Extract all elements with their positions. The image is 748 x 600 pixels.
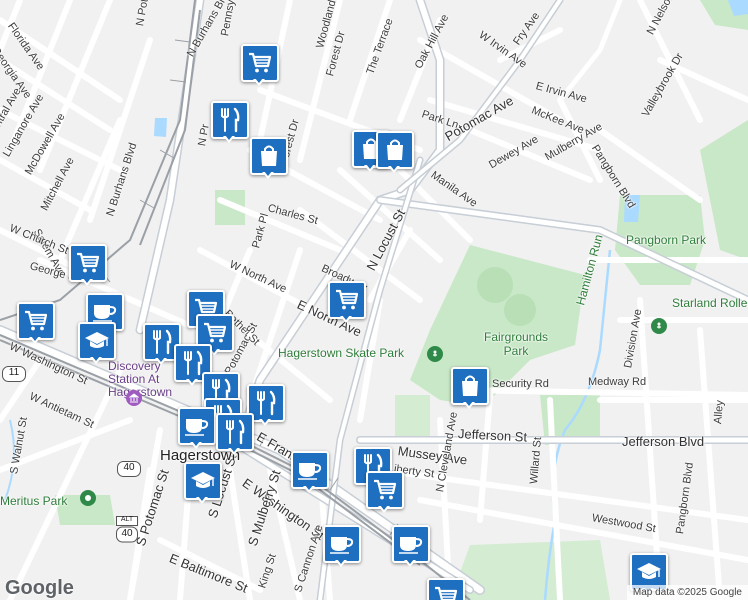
shopping-cart-marker-8[interactable] (427, 578, 465, 600)
alt-40-number: 40 (121, 528, 133, 539)
skate-park-pin[interactable] (427, 346, 443, 362)
meritus-park-pin[interactable] (80, 490, 96, 506)
cafe-marker-4[interactable] (323, 525, 361, 569)
shopping-bag-marker-3[interactable] (376, 131, 414, 175)
shopping-cart-marker-7[interactable] (366, 471, 404, 515)
coffee-cup-icon (178, 407, 216, 445)
fork-knife-icon (216, 413, 254, 451)
alt-label: ALT (120, 516, 134, 523)
cafe-marker-3[interactable] (291, 451, 329, 495)
cafe-marker-5[interactable] (392, 525, 430, 569)
shopping-bag-icon (376, 131, 414, 169)
shopping-bag-icon (250, 137, 288, 175)
graduation-cap-icon (78, 322, 116, 360)
us-40-number: 40 (123, 462, 135, 473)
alt-route-40-shield: ALT 40 (116, 516, 138, 549)
shopping-cart-marker-1[interactable] (241, 44, 279, 88)
recreation-icon (433, 350, 437, 357)
discovery-station-pin[interactable] (126, 390, 142, 406)
coffee-cup-icon (392, 525, 430, 563)
map-attribution: Map data ©2025 Google (626, 585, 748, 600)
shopping-cart-icon (69, 244, 107, 282)
coffee-cup-icon (291, 451, 329, 489)
shopping-bag-marker-1[interactable] (250, 137, 288, 181)
graduation-cap-icon (184, 462, 222, 500)
shopping-cart-marker-3[interactable] (17, 302, 55, 346)
cafe-marker-2[interactable] (178, 407, 216, 451)
restaurant-marker-7[interactable] (216, 413, 254, 457)
shopping-cart-icon (17, 302, 55, 340)
greenway-area (700, 120, 748, 260)
school-marker-2[interactable] (184, 462, 222, 506)
shopping-bag-marker-4[interactable] (451, 367, 489, 411)
shopping-cart-icon (427, 578, 465, 600)
google-logo: Google (5, 577, 74, 599)
parking-lot (477, 267, 513, 303)
stream-west (4, 419, 15, 501)
map-canvas[interactable]: Florida Ave Georgia Ave Central Ave Ling… (0, 0, 748, 600)
shopping-bag-icon (451, 367, 489, 405)
shopping-cart-icon (366, 471, 404, 509)
school-marker-1[interactable] (78, 322, 116, 366)
pond-2 (624, 195, 640, 222)
pond-1 (154, 118, 167, 137)
shopping-cart-marker-2[interactable] (69, 244, 107, 288)
shopping-cart-icon (328, 281, 366, 319)
green-area-mid (395, 395, 430, 440)
us-route-40-shield: 40 (117, 461, 141, 482)
fork-knife-icon (211, 101, 249, 139)
recreation-icon (657, 322, 661, 329)
shopping-cart-icon (241, 44, 279, 82)
stadium-icon (85, 495, 91, 501)
us-11-number: 11 (8, 367, 20, 378)
coffee-cup-icon (323, 525, 361, 563)
us-route-11-shield: 11 (2, 366, 26, 387)
restaurant-marker-1[interactable] (211, 101, 249, 145)
shopping-cart-marker-6[interactable] (328, 281, 366, 325)
starland-roller-rink-pin[interactable] (651, 318, 667, 334)
museum-icon (129, 393, 139, 403)
